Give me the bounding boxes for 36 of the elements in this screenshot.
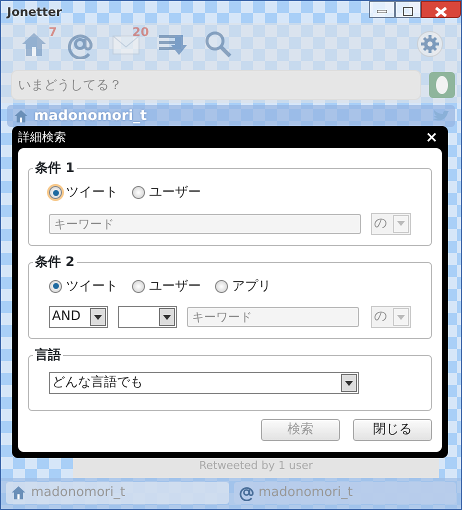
caret-icon: [397, 221, 405, 226]
caret-icon: [345, 380, 353, 386]
dialog-title: 詳細検索: [18, 129, 66, 146]
group-label: 条件 2: [34, 256, 76, 268]
close-icon: [435, 6, 447, 17]
radio-option[interactable]: ツイート: [49, 276, 118, 296]
caret-icon: [94, 314, 102, 320]
group-label: 条件 1: [34, 162, 76, 175]
unread-count: 20: [132, 24, 149, 41]
window-title: Jonetter: [7, 4, 62, 21]
close-button[interactable]: ×: [421, 130, 442, 144]
status-input[interactable]: いまどうしてる？: [11, 70, 421, 100]
minimize-icon: [377, 10, 387, 14]
avatar-icon: [429, 72, 455, 98]
keyword-field[interactable]: キーワード: [187, 307, 359, 327]
unread-count: 7: [48, 24, 57, 41]
radio-option[interactable]: ユーザー: [132, 183, 201, 202]
caret-icon: [163, 314, 171, 320]
settings-icon[interactable]: [417, 31, 443, 57]
search-icon[interactable]: [203, 29, 233, 59]
language-dropdown[interactable]: どんな言語でも: [49, 372, 359, 394]
account-name: madonomori_t: [34, 106, 147, 126]
maximize-button[interactable]: [395, 1, 421, 18]
close-dialog-button[interactable]: 閉じる: [353, 419, 432, 441]
field-dropdown[interactable]: [118, 306, 177, 328]
retweet-note: Retweeted by 1 user: [199, 458, 313, 474]
caret-icon: [397, 314, 405, 320]
maximize-icon: [403, 7, 413, 16]
keyword-field[interactable]: キーワード: [49, 214, 361, 234]
operator-dropdown[interactable]: AND: [49, 306, 108, 328]
group-label: 言語: [34, 349, 62, 362]
radio-option[interactable]: ユーザー: [132, 276, 201, 296]
minimize-button[interactable]: [369, 1, 395, 18]
radio-option[interactable]: アプリ: [215, 276, 271, 296]
radio-option[interactable]: ツイート: [49, 183, 118, 202]
close-button[interactable]: [421, 1, 461, 18]
